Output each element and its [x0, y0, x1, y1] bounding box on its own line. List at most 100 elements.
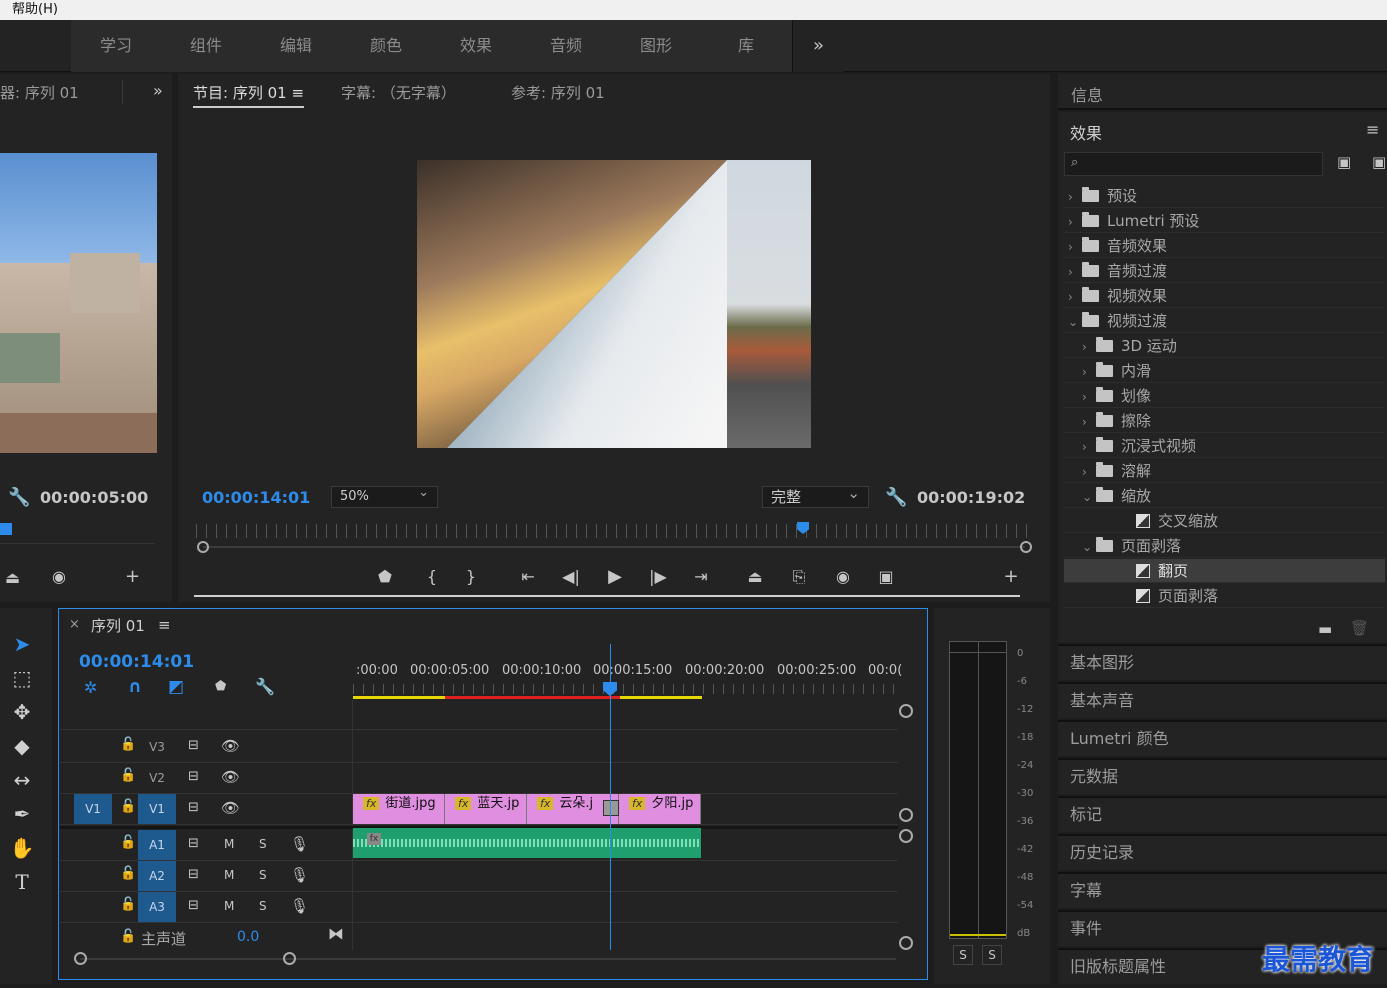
workspace-tab-learn[interactable]: 学习 — [71, 20, 161, 72]
wrench-icon[interactable]: 🔧 — [8, 487, 30, 508]
program-menu-icon[interactable]: ≡ — [291, 84, 304, 102]
track-select-tool-icon[interactable]: ⬚ — [8, 666, 36, 690]
eye-icon[interactable]: 👁 — [221, 737, 240, 755]
effects-tree-item[interactable]: 页面剥落 — [1064, 584, 1385, 608]
side-panel-tab[interactable]: 元数据 — [1058, 758, 1387, 794]
audio-clip-a1[interactable]: fx — [353, 828, 701, 858]
workspace-tab-graphics[interactable]: 图形 — [611, 20, 701, 72]
master-volume[interactable]: 0.0 — [237, 929, 259, 945]
mark-in-icon[interactable]: { — [417, 567, 447, 586]
effects-tree-item[interactable]: › 溶解 — [1064, 459, 1385, 483]
workspace-tab-color[interactable]: 颜色 — [341, 20, 431, 72]
accelerated-effects-icon[interactable]: ▣ — [1337, 153, 1351, 171]
microphone-icon[interactable]: 🎙 — [290, 835, 309, 853]
step-back-icon[interactable]: ◀| — [556, 567, 586, 586]
side-panel-tab[interactable]: Lumetri 颜色 — [1058, 720, 1387, 756]
zoom-handle-right[interactable] — [1020, 541, 1032, 553]
zoom-select[interactable]: 50% — [331, 483, 438, 508]
program-tab[interactable]: 节目: 序列 01 ≡ — [193, 82, 305, 108]
track-target-A3[interactable]: A3 — [138, 892, 176, 922]
mark-out-icon[interactable]: } — [456, 567, 486, 586]
master-lock-icon[interactable]: 🔓 — [120, 929, 136, 944]
timeline-settings-icon[interactable]: 🔧 — [255, 677, 275, 696]
sync-lock-icon[interactable]: ⊟ — [188, 867, 199, 882]
microphone-icon[interactable]: 🎙 — [290, 866, 309, 884]
razor-tool-icon[interactable]: ◆ — [8, 734, 36, 758]
ripple-edit-tool-icon[interactable]: ✥ — [8, 700, 36, 724]
hscroll-handle-left[interactable] — [74, 952, 87, 965]
lock-icon[interactable]: 🔓 — [120, 897, 136, 912]
side-panel-tab[interactable]: 历史记录 — [1058, 834, 1387, 870]
effects-tree-item[interactable]: ⌄ 页面剥落 — [1064, 534, 1385, 558]
export-frame-icon[interactable]: ◉ — [828, 567, 858, 586]
solo-left-button[interactable]: S — [953, 945, 973, 965]
side-panel-tab[interactable]: 字幕 — [1058, 872, 1387, 908]
effects-tree-item[interactable]: › 3D 运动 — [1064, 334, 1385, 358]
eye-icon[interactable]: 👁 — [221, 768, 240, 786]
chevron-icon[interactable]: › — [1082, 335, 1096, 359]
button-editor-icon[interactable]: + — [996, 566, 1026, 587]
sync-lock-icon[interactable]: ⊟ — [188, 800, 199, 815]
effects-tree-item[interactable]: 翻页 — [1064, 559, 1385, 583]
chevron-icon[interactable]: › — [1082, 460, 1096, 484]
source-monitor-tab[interactable]: 器: 序列 01 — [0, 82, 79, 103]
workspace-tab-libraries[interactable]: 库 — [701, 20, 791, 72]
effects-search-input[interactable]: ⌕ — [1064, 152, 1323, 176]
source-ruler[interactable] — [0, 520, 155, 544]
extract-icon[interactable]: ⎘ — [784, 567, 814, 587]
chevron-icon[interactable]: ⌄ — [1068, 310, 1082, 334]
sync-lock-icon[interactable]: ⊟ — [188, 769, 199, 784]
go-to-out-icon[interactable]: ⇥ — [686, 567, 716, 586]
video-clip[interactable]: fx 夕阳.jp — [619, 794, 701, 824]
mute-button[interactable]: M — [224, 899, 234, 913]
settings-wrench-icon[interactable]: 🔧 — [885, 487, 907, 508]
video-clip[interactable]: fx 街道.jpg — [353, 794, 445, 824]
vscroll-handle-audio[interactable] — [899, 829, 913, 843]
workspace-tab-effects[interactable]: 效果 — [431, 20, 521, 72]
program-timecode[interactable]: 00:00:14:01 — [202, 488, 310, 507]
lock-icon[interactable]: 🔓 — [120, 737, 136, 752]
lift-icon[interactable]: ⏏ — [740, 567, 770, 586]
menu-help[interactable]: 帮助(H) — [12, 2, 58, 17]
quality-select[interactable]: 完整 — [762, 483, 869, 508]
32bit-effects-icon[interactable]: ▣ — [1372, 153, 1386, 171]
effects-tree-item[interactable]: › 擦除 — [1064, 409, 1385, 433]
chevron-icon[interactable]: › — [1082, 410, 1096, 434]
effects-tree-item[interactable]: › 音频效果 — [1064, 234, 1385, 258]
mute-button[interactable]: M — [224, 837, 234, 851]
effects-tree-item[interactable]: ⌄ 缩放 — [1064, 484, 1385, 508]
chevron-icon[interactable]: › — [1068, 235, 1082, 259]
mute-button[interactable]: M — [224, 868, 234, 882]
new-bin-icon[interactable]: ▬ — [1318, 620, 1332, 638]
pen-tool-icon[interactable]: ✒ — [8, 802, 36, 826]
track-target-V2[interactable]: V2 — [138, 763, 176, 793]
solo-button[interactable]: S — [259, 837, 267, 851]
sync-lock-icon[interactable]: ⊟ — [188, 738, 199, 753]
lock-icon[interactable]: 🔓 — [120, 768, 136, 783]
selection-tool-icon[interactable]: ➤ — [8, 632, 36, 656]
effects-tree-item[interactable]: › 内滑 — [1064, 359, 1385, 383]
play-icon[interactable]: ▶ — [600, 566, 630, 587]
effects-tree-item[interactable]: › 音频过渡 — [1064, 259, 1385, 283]
effects-tree-item[interactable]: › 预设 — [1064, 184, 1385, 208]
timeline-close-icon[interactable]: × — [69, 617, 80, 632]
timeline-tab[interactable]: 序列 01 — [91, 615, 145, 636]
solo-button[interactable]: S — [259, 868, 267, 882]
timeline-menu-icon[interactable]: ≡ — [158, 616, 171, 634]
timeline-ruler[interactable] — [353, 684, 898, 694]
zoom-handle-left[interactable] — [197, 541, 209, 553]
add-button-icon[interactable]: + — [125, 566, 140, 587]
reference-tab[interactable]: 参考: 序列 01 — [511, 82, 605, 103]
track-target-A1[interactable]: A1 — [138, 830, 176, 860]
side-panel-tab[interactable]: 基本声音 — [1058, 682, 1387, 718]
lock-icon[interactable]: 🔓 — [120, 835, 136, 850]
comparison-view-icon[interactable]: ▣ — [871, 567, 901, 586]
captions-tab[interactable]: 字幕: （无字幕） — [341, 82, 456, 103]
delete-icon[interactable]: 🗑 — [1350, 619, 1369, 637]
zoom-scrollbar-track[interactable] — [203, 546, 1025, 548]
sync-lock-icon[interactable]: ⊟ — [188, 836, 199, 851]
solo-right-button[interactable]: S — [982, 945, 1002, 965]
go-to-end-icon[interactable]: ⧓ — [328, 924, 344, 943]
insert-icon[interactable]: ⏏ — [5, 568, 20, 587]
solo-button[interactable]: S — [259, 899, 267, 913]
